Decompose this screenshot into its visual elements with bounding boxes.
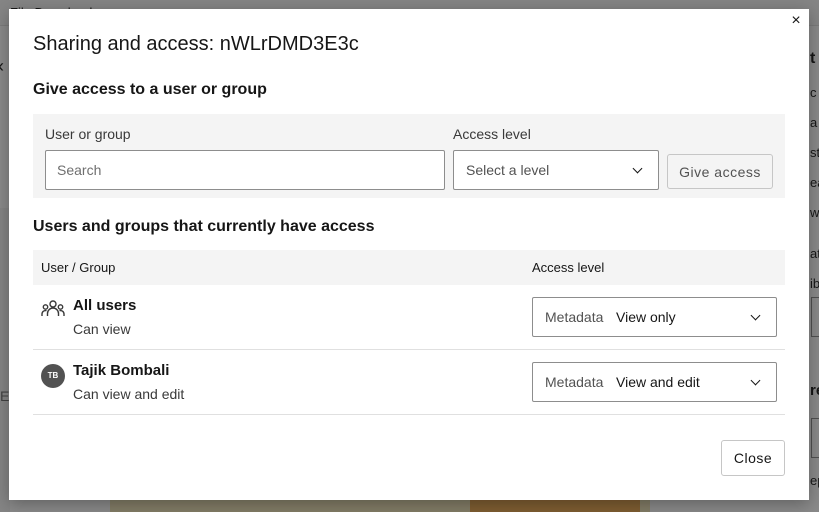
access-level-select-value: Select a level [466, 162, 550, 178]
row-user-name: Tajik Bombali [73, 362, 170, 379]
avatar: TB [41, 364, 65, 388]
access-level-label: Access level [453, 126, 531, 142]
sharing-modal: × Sharing and access: nWLrDMD3E3c Give a… [9, 9, 809, 500]
metadata-label: Metadata [545, 374, 604, 390]
give-access-button[interactable]: Give access [667, 154, 773, 189]
chevron-down-icon [750, 375, 761, 386]
give-access-heading: Give access to a user or group [33, 81, 267, 98]
access-table-header: User / Group Access level [33, 250, 785, 285]
row-permission-text: Can view and edit [73, 386, 185, 402]
give-access-panel: User or group Access level Select a leve… [33, 114, 785, 198]
row-user-name: All users [73, 297, 137, 314]
access-level-select[interactable]: Select a level [453, 150, 659, 190]
chevron-down-icon [632, 163, 643, 174]
close-icon[interactable]: × [786, 11, 806, 31]
user-group-icon [41, 300, 65, 316]
column-header-access-level: Access level [532, 260, 605, 275]
metadata-label: Metadata [545, 309, 604, 325]
user-search-input[interactable] [45, 150, 445, 190]
column-header-user-group: User / Group [41, 260, 116, 275]
close-button[interactable]: Close [721, 440, 785, 476]
chevron-down-icon [750, 310, 761, 321]
table-row: All users Can view Metadata View only [33, 285, 785, 350]
access-level-value: View only [616, 309, 676, 325]
modal-title: Sharing and access: nWLrDMD3E3c [33, 33, 359, 55]
row-permission-text: Can view [73, 321, 131, 337]
row-access-level-select[interactable]: Metadata View only [532, 297, 777, 337]
table-row: TB Tajik Bombali Can view and edit Metad… [33, 350, 785, 415]
user-or-group-label: User or group [45, 126, 131, 142]
access-level-value: View and edit [616, 374, 700, 390]
current-access-heading: Users and groups that currently have acc… [33, 218, 375, 235]
row-access-level-select[interactable]: Metadata View and edit [532, 362, 777, 402]
